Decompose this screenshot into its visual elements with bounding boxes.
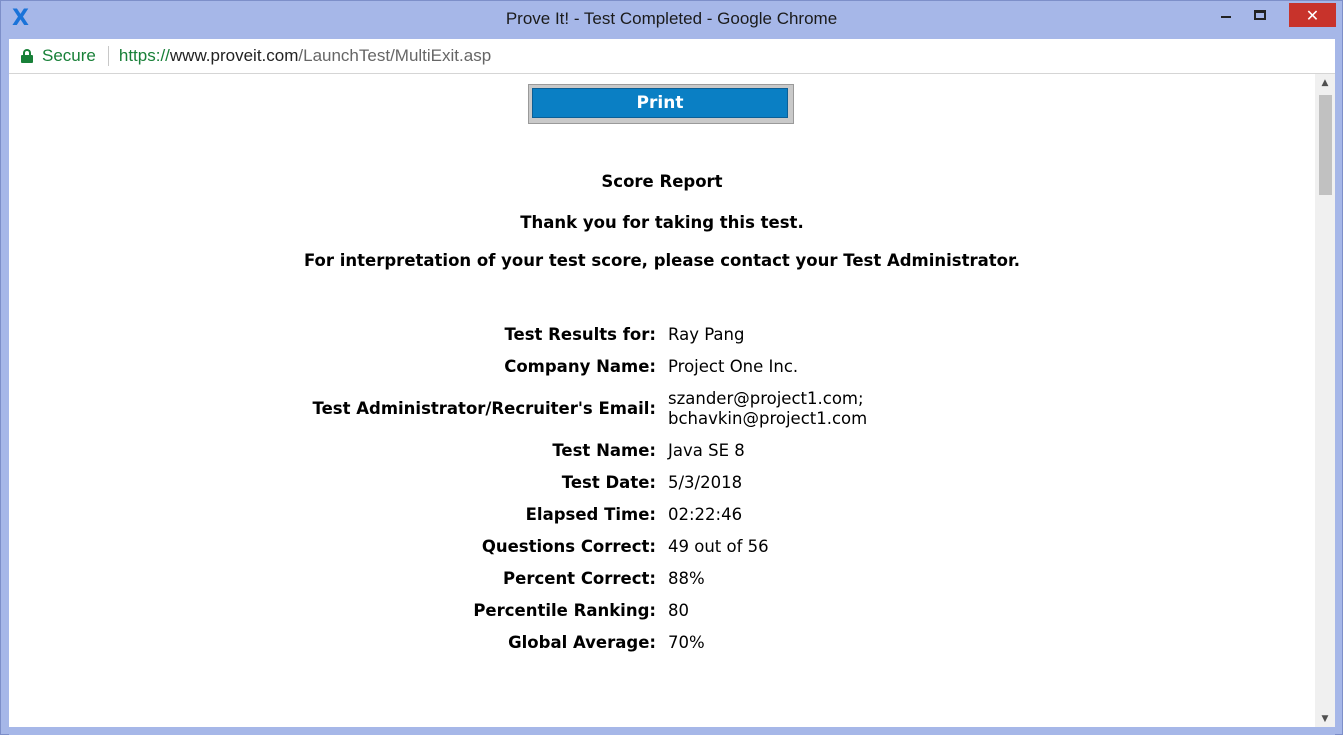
vertical-scrollbar[interactable]: ▲ ▼	[1315, 74, 1335, 727]
url-path: /LaunchTest/MultiExit.asp	[298, 46, 492, 65]
minimize-icon	[1221, 16, 1231, 18]
result-label: Test Date:	[561, 473, 656, 492]
url-text[interactable]: https://www.proveit.com/LaunchTest/Multi…	[119, 46, 491, 66]
lock-icon[interactable]	[21, 49, 33, 63]
result-label: Questions Correct:	[481, 537, 656, 556]
url-scheme: https://	[118, 46, 170, 65]
close-button[interactable]: ✕	[1289, 3, 1336, 27]
result-value: szander@project1.com;	[668, 389, 864, 408]
title-bar[interactable]: X Prove It! - Test Completed - Google Ch…	[1, 1, 1342, 39]
result-value: 02:22:46	[668, 505, 743, 524]
maximize-icon	[1254, 10, 1266, 20]
result-label: Company Name:	[504, 357, 656, 376]
result-value: 80	[668, 601, 689, 620]
result-label: Global Average:	[508, 633, 656, 652]
page-content: Print Score Report Thank you for taking …	[9, 74, 1335, 727]
window-bottom-border	[9, 727, 1335, 735]
result-value: 5/3/2018	[668, 473, 743, 492]
window-title: Prove It! - Test Completed - Google Chro…	[505, 9, 838, 28]
scroll-thumb[interactable]	[1319, 95, 1332, 195]
browser-window: X Prove It! - Test Completed - Google Ch…	[0, 0, 1343, 735]
result-value: 88%	[668, 569, 705, 588]
secure-label[interactable]: Secure	[42, 46, 96, 66]
close-icon: ✕	[1305, 5, 1320, 25]
result-label: Test Results for:	[504, 325, 656, 344]
result-label: Elapsed Time:	[525, 505, 656, 524]
result-label: Percentile Ranking:	[473, 601, 656, 620]
score-report-heading: Score Report	[601, 172, 723, 191]
thanks-message: Thank you for taking this test.	[520, 213, 804, 232]
address-bar[interactable]: Secure https://www.proveit.com/LaunchTes…	[9, 39, 1335, 74]
url-host: www.proveit.com	[169, 46, 299, 65]
result-label: Test Administrator/Recruiter's Email:	[312, 399, 656, 418]
result-label: Test Name:	[552, 441, 656, 460]
result-value: 49 out of 56	[668, 537, 769, 556]
result-value: Java SE 8	[668, 441, 745, 460]
address-divider	[107, 46, 109, 66]
result-value: Ray Pang	[668, 325, 745, 344]
minimize-button[interactable]	[1213, 3, 1239, 27]
result-label: Percent Correct:	[503, 569, 656, 588]
print-button-frame: Print	[528, 84, 794, 124]
maximize-button[interactable]	[1247, 3, 1273, 27]
print-button[interactable]: Print	[532, 88, 788, 118]
result-value: Project One Inc.	[668, 357, 799, 376]
scroll-up-arrow-icon[interactable]: ▲	[1315, 74, 1335, 91]
result-value-line2: bchavkin@project1.com	[668, 409, 868, 428]
result-value: 70%	[668, 633, 705, 652]
interpretation-message: For interpretation of your test score, p…	[303, 251, 1021, 270]
scroll-down-arrow-icon[interactable]: ▼	[1315, 710, 1335, 727]
